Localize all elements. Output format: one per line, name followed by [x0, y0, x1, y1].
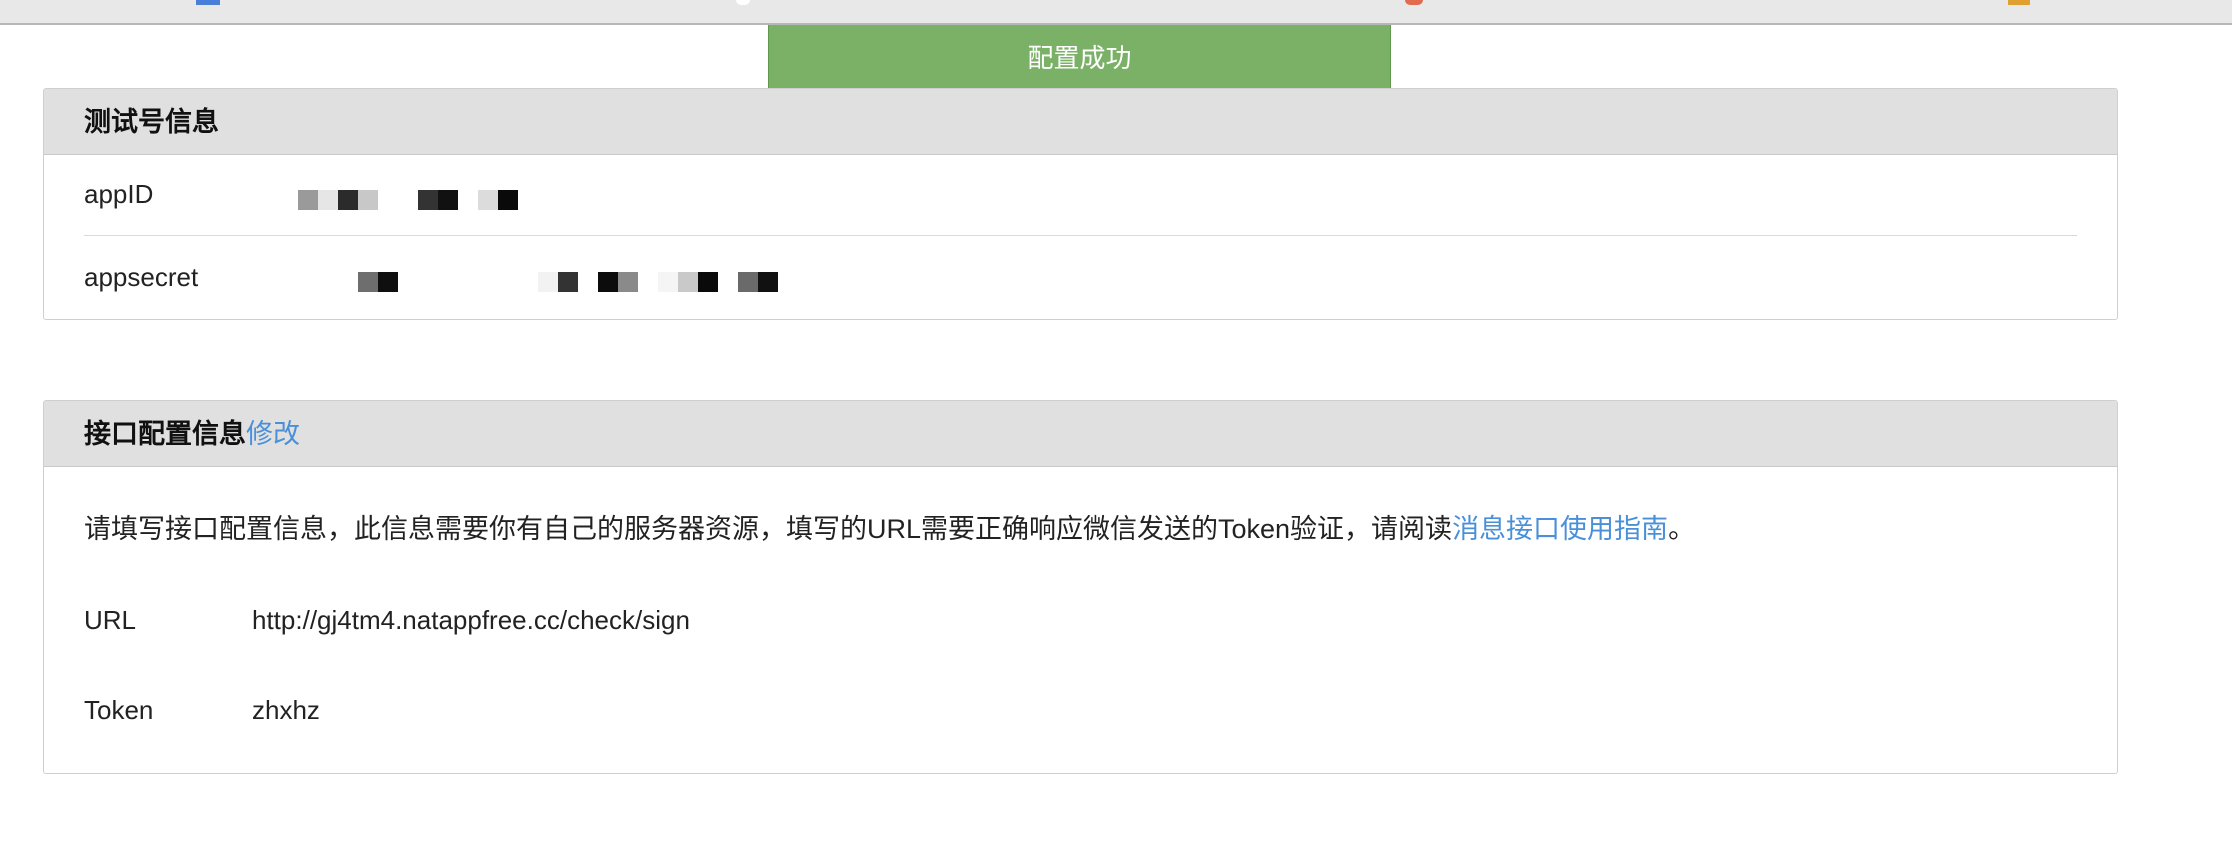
panel-title: 测试号信息 [44, 89, 2117, 155]
panel-title: 接口配置信息修改 [44, 401, 2117, 467]
appsecret-row: appsecret [84, 236, 2077, 317]
description-row: 请填写接口配置信息，此信息需要你有自己的服务器资源，填写的URL需要正确响应微信… [84, 467, 2077, 557]
toolbar-icon-fragment [2008, 0, 2030, 5]
description-text: 请填写接口配置信息，此信息需要你有自己的服务器资源，填写的URL需要正确响应微信… [84, 514, 1453, 544]
appid-label: appID [84, 179, 154, 209]
test-account-panel: 测试号信息 appID appsecret [43, 88, 2118, 320]
token-label: Token [84, 695, 154, 725]
appid-masked-value [298, 190, 518, 210]
toolbar-icon-fragment [196, 0, 220, 5]
toolbar-icon-fragment [1405, 0, 1423, 5]
test-account-title: 测试号信息 [84, 107, 219, 137]
url-label: URL [84, 605, 137, 635]
url-value: http://gj4tm4.natappfree.cc/check/sign [252, 605, 690, 635]
message-api-guide-link[interactable]: 消息接口使用指南 [1452, 514, 1668, 544]
token-row: Token zhxhz [84, 647, 2077, 737]
success-toast: 配置成功 [768, 25, 1391, 91]
edit-link[interactable]: 修改 [246, 419, 300, 449]
description-end: 。 [1668, 514, 1696, 544]
interface-config-panel: 接口配置信息修改 请填写接口配置信息，此信息需要你有自己的服务器资源，填写的UR… [43, 400, 2118, 774]
token-value: zhxhz [252, 695, 320, 725]
browser-toolbar [0, 0, 2232, 25]
url-row: URL http://gj4tm4.natappfree.cc/check/si… [84, 557, 2077, 647]
toolbar-icon-fragment [736, 0, 750, 5]
appid-row: appID [84, 155, 2077, 236]
interface-config-title: 接口配置信息 [84, 419, 246, 449]
appsecret-masked-value [358, 272, 778, 292]
config-description: 请填写接口配置信息，此信息需要你有自己的服务器资源，填写的URL需要正确响应微信… [84, 510, 1695, 548]
appsecret-label: appsecret [84, 262, 199, 292]
